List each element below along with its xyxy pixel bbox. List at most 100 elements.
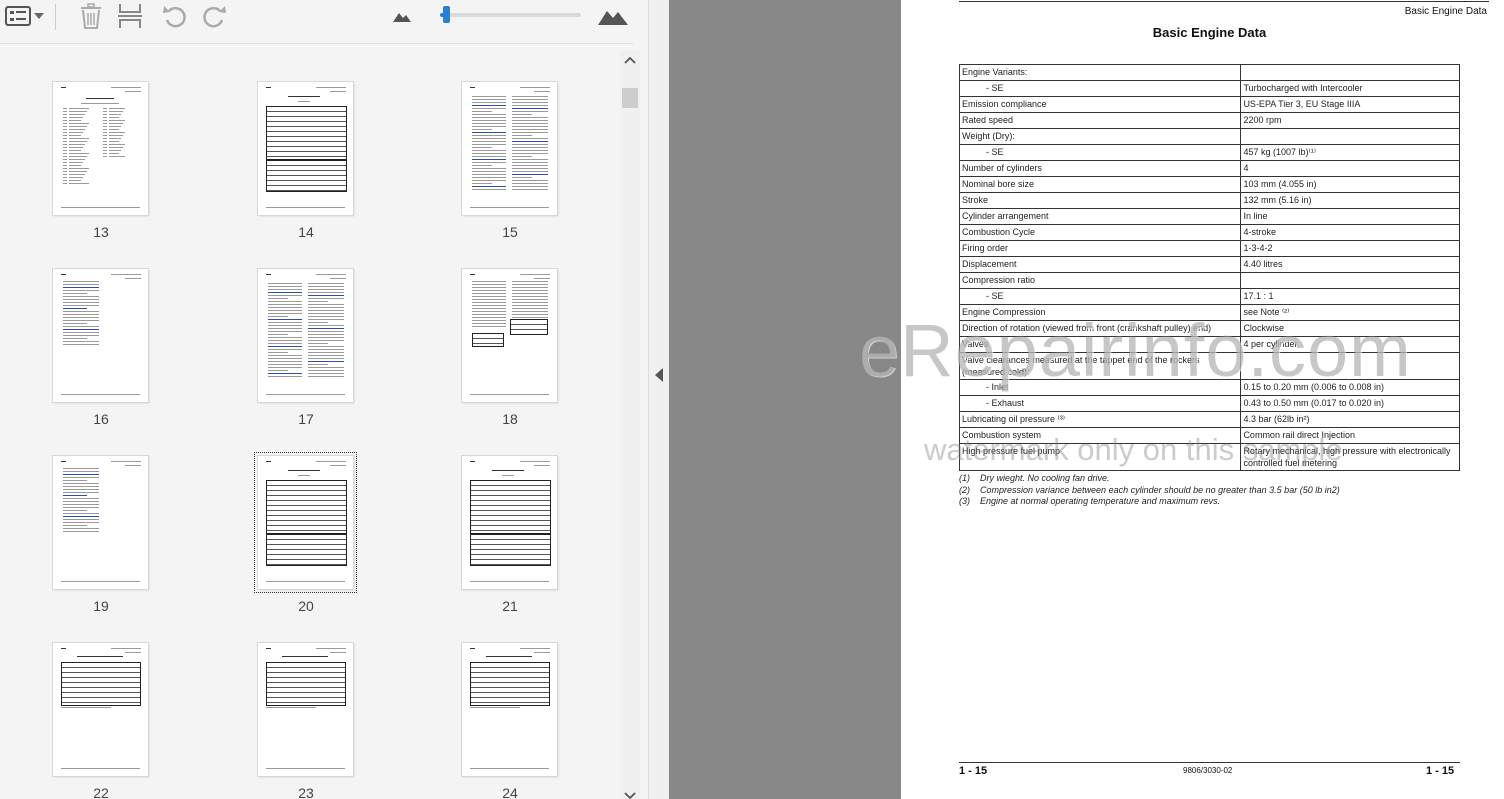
- thumbnail-text-line: [472, 162, 506, 163]
- rotate-left-icon[interactable]: [160, 2, 188, 30]
- thumbnail-text-line: [512, 293, 548, 294]
- thumbnail-text-line: [308, 298, 344, 299]
- page-thumbnail[interactable]: [258, 269, 353, 402]
- thumbnail-text-line: [69, 144, 85, 145]
- page-thumbnail[interactable]: [462, 269, 557, 402]
- thumbnail-text-line: [268, 310, 302, 311]
- thumbnail-text-line: [86, 98, 114, 99]
- spec-value: 0.15 to 0.20 mm (0.006 to 0.008 in): [1240, 379, 1460, 396]
- page-thumbnail[interactable]: [53, 643, 148, 776]
- thumbnail-table: [510, 319, 548, 335]
- zoom-in-icon[interactable]: [598, 2, 628, 30]
- thumbnail-view-icon[interactable]: [4, 2, 32, 30]
- thumbnail-text-line: [512, 114, 532, 115]
- page-thumbnail[interactable]: [53, 269, 148, 402]
- thumbnail-text-line: [534, 278, 550, 279]
- table-row: Valves 4 per cylinder: [958, 336, 1460, 353]
- thumbnail-text-line: [512, 123, 548, 124]
- page-thumbnail[interactable]: [462, 456, 557, 589]
- thumbnail-text-line: [492, 470, 524, 471]
- zoom-slider-handle[interactable]: [443, 6, 450, 23]
- thumbnail-text-line: [512, 287, 548, 288]
- thumbnail-text-line: [470, 581, 549, 582]
- page-thumbnail[interactable]: [462, 82, 557, 215]
- zoom-slider[interactable]: [440, 6, 581, 23]
- scrollbar-thumb[interactable]: [622, 88, 638, 108]
- thumbnail-text-line: [268, 352, 288, 353]
- thumbnail-text-line: [69, 132, 83, 133]
- zoom-out-icon[interactable]: [392, 2, 412, 30]
- spec-label: Direction of rotation (viewed from front…: [958, 320, 1242, 337]
- pane-splitter[interactable]: [649, 0, 669, 799]
- thumbnail-text-line: [109, 108, 125, 109]
- thumbnail-text-line: [472, 177, 506, 178]
- page-layout-icon[interactable]: [116, 2, 144, 30]
- thumbnail-text-line: [472, 168, 506, 169]
- page-thumbnail[interactable]: [53, 82, 148, 215]
- thumbnail-text-line: [470, 87, 475, 88]
- spec-label: Number of cylinders: [958, 160, 1242, 177]
- dropdown-caret-icon[interactable]: [33, 2, 45, 30]
- thumbnail-text-line: [63, 504, 99, 505]
- thumbnail-text-line: [308, 361, 344, 362]
- thumbnail-text-line: [512, 174, 548, 175]
- thumbnail-table: [470, 662, 550, 706]
- scroll-down-icon[interactable]: [624, 788, 636, 799]
- thumbnail-text-line: [268, 304, 302, 305]
- delete-icon[interactable]: [78, 2, 104, 30]
- thumbnail-text-line: [268, 358, 302, 359]
- thumbnail-text-line: [103, 108, 107, 109]
- thumbnail-text-line: [109, 132, 125, 133]
- thumbnail-text-line: [268, 292, 302, 293]
- thumbnail-text-line: [69, 165, 81, 166]
- rotate-right-icon[interactable]: [201, 2, 229, 30]
- page-thumbnail[interactable]: [258, 643, 353, 776]
- thumbnail-text-line: [63, 293, 87, 294]
- thumbnail-text-line: [512, 314, 548, 315]
- thumbnail-text-line: [268, 373, 302, 374]
- spec-value: [1240, 128, 1460, 145]
- spec-value: 1-3-4-2: [1240, 240, 1460, 257]
- thumbnail-text-line: [470, 768, 549, 769]
- thumbnail-text-line: [109, 153, 119, 154]
- thumbnail-text-line: [63, 320, 99, 321]
- thumbnail-text-line: [63, 114, 67, 115]
- spec-label: Combustion system: [958, 427, 1242, 444]
- thumbnail-text-line: [308, 292, 344, 293]
- thumbnail-text-line: [111, 274, 141, 275]
- thumbnail-text-line: [69, 168, 89, 169]
- spec-label: - SE: [958, 288, 1242, 305]
- thumbnail-text-line: [472, 147, 492, 148]
- thumbnail-table: [266, 534, 347, 566]
- thumbnail-text-line: [63, 117, 67, 118]
- thumbnail-text-line: [268, 295, 302, 296]
- spec-label: Valves: [958, 336, 1242, 353]
- thumbnail-grid: 13 14 15 16 17 18 19 20 21 22 23 24: [0, 44, 620, 799]
- thumbnail-text-line: [61, 581, 140, 582]
- thumbnail-text-line: [472, 293, 506, 294]
- collapse-left-icon[interactable]: [655, 368, 664, 387]
- page-thumbnail[interactable]: [254, 452, 357, 593]
- thumbnail-text-line: [63, 323, 87, 324]
- thumbnail-text-line: [316, 87, 346, 88]
- page-thumbnail[interactable]: [258, 82, 353, 215]
- thumbnail-text-line: [61, 768, 140, 769]
- spec-label: - Inlet: [958, 379, 1242, 396]
- thumbnail-table: [266, 480, 347, 534]
- thumbnail-text-line: [472, 117, 506, 118]
- thumbnail-text-line: [308, 349, 344, 350]
- thumbnail-text-line: [502, 475, 514, 476]
- thumbnail-text-line: [63, 159, 67, 160]
- thumbnail-text-line: [266, 648, 271, 649]
- thumbnail-text-line: [472, 305, 506, 306]
- thumbnail-text-line: [472, 320, 506, 321]
- thumbnail-scrollbar[interactable]: [620, 50, 640, 799]
- table-row: - Inlet 0.15 to 0.20 mm (0.006 to 0.008 i…: [958, 379, 1460, 396]
- thumbnail-text-line: [472, 186, 506, 187]
- table-row: - Exhaust 0.43 to 0.50 mm (0.017 to 0.020…: [958, 395, 1460, 412]
- scroll-up-icon[interactable]: [624, 54, 636, 66]
- thumbnail-page-number: 23: [298, 785, 314, 799]
- thumbnail-text-line: [63, 510, 87, 511]
- page-thumbnail[interactable]: [462, 643, 557, 776]
- page-thumbnail[interactable]: [53, 456, 148, 589]
